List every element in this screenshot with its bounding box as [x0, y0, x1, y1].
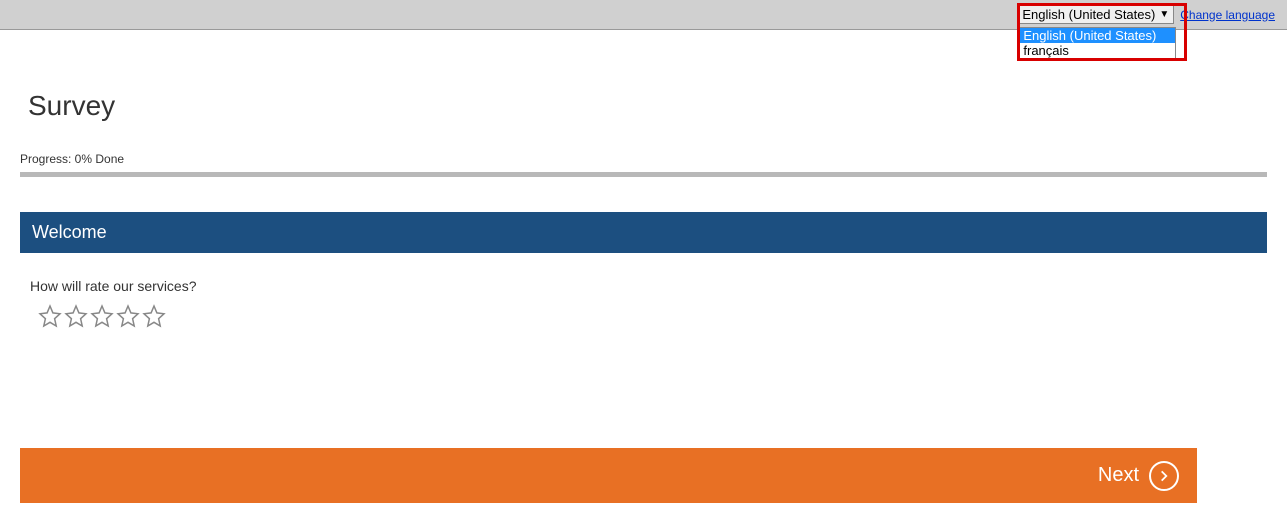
- star-3[interactable]: [90, 304, 114, 328]
- progress-bar: [20, 172, 1267, 177]
- question-text: How will rate our services?: [30, 278, 1267, 294]
- language-dropdown-options: English (United States) français: [1018, 27, 1176, 59]
- content-wrapper: Survey Progress: 0% Done Welcome How wil…: [0, 90, 1287, 328]
- section-header: Welcome: [20, 212, 1267, 253]
- star-icon: [64, 304, 88, 328]
- star-icon: [90, 304, 114, 328]
- star-2[interactable]: [64, 304, 88, 328]
- progress-label: Progress: 0% Done: [20, 152, 1267, 166]
- language-option-francais[interactable]: français: [1019, 43, 1175, 58]
- next-label: Next: [1098, 464, 1139, 487]
- chevron-right-icon: [1157, 469, 1171, 483]
- star-5[interactable]: [142, 304, 166, 328]
- top-bar: English (United States) ▼ English (Unite…: [0, 0, 1287, 30]
- star-icon: [142, 304, 166, 328]
- star-icon: [38, 304, 62, 328]
- dropdown-triangle-icon: ▼: [1159, 9, 1169, 20]
- star-4[interactable]: [116, 304, 140, 328]
- change-language-link[interactable]: Change language: [1180, 8, 1275, 22]
- rating-stars: [38, 304, 1267, 328]
- language-selected-value: English (United States): [1022, 7, 1155, 22]
- language-option-english[interactable]: English (United States): [1019, 28, 1175, 43]
- next-button[interactable]: Next: [20, 448, 1197, 503]
- star-icon: [116, 304, 140, 328]
- page-title: Survey: [28, 90, 1267, 122]
- language-select[interactable]: English (United States) ▼ English (Unite…: [1017, 5, 1174, 24]
- next-circle-icon: [1149, 461, 1179, 491]
- language-wrapper: English (United States) ▼ English (Unite…: [1017, 5, 1275, 24]
- star-1[interactable]: [38, 304, 62, 328]
